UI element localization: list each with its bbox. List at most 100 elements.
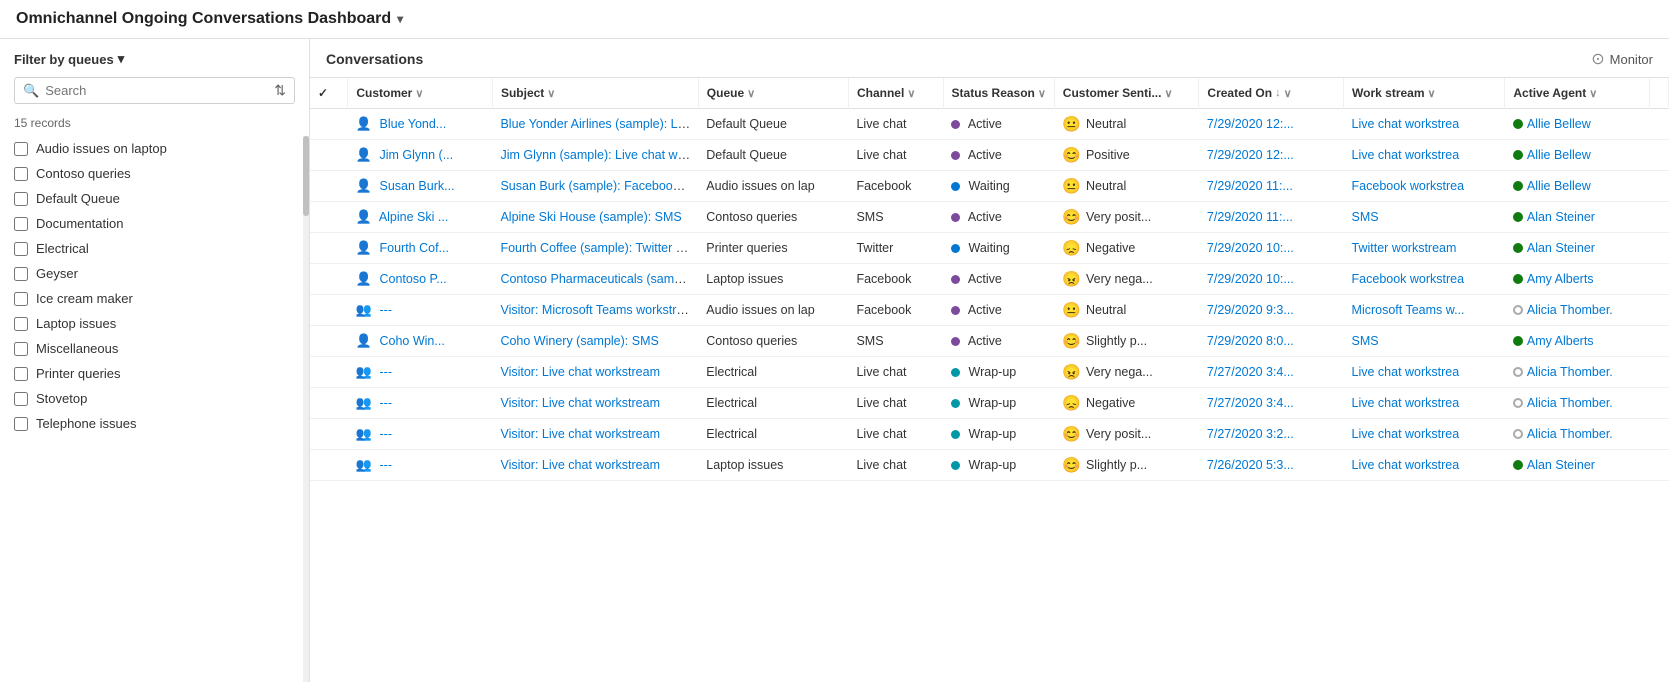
created-date[interactable]: 7/27/2020 3:2... bbox=[1207, 427, 1294, 441]
agent-name[interactable]: Alicia Thomber. bbox=[1527, 365, 1613, 379]
subject-text[interactable]: Visitor: Live chat workstream bbox=[500, 365, 660, 379]
customer-name[interactable]: --- bbox=[380, 396, 393, 410]
subject-text[interactable]: Coho Winery (sample): SMS bbox=[500, 334, 658, 348]
queue-checkbox-stovetop[interactable] bbox=[14, 392, 28, 406]
customer-name[interactable]: Fourth Cof... bbox=[380, 241, 449, 255]
queue-checkbox-default-queue[interactable] bbox=[14, 192, 28, 206]
subject-text[interactable]: Fourth Coffee (sample): Twitter wor bbox=[500, 241, 695, 255]
queue-item-electrical[interactable]: Electrical bbox=[0, 236, 309, 261]
queue-checkbox-miscellaneous[interactable] bbox=[14, 342, 28, 356]
monitor-button[interactable]: ⊙ Monitor bbox=[1591, 49, 1653, 69]
app-title[interactable]: Omnichannel Ongoing Conversations Dashbo… bbox=[16, 10, 403, 28]
queue-item-printer-queries[interactable]: Printer queries bbox=[0, 361, 309, 386]
col-header-customer[interactable]: Customer ∨ bbox=[348, 78, 493, 109]
queue-item-laptop-issues[interactable]: Laptop issues bbox=[0, 311, 309, 336]
queue-checkbox-geyser[interactable] bbox=[14, 267, 28, 281]
created-date[interactable]: 7/29/2020 9:3... bbox=[1207, 303, 1294, 317]
queue-item-audio-issues-on-laptop[interactable]: Audio issues on laptop bbox=[0, 136, 309, 161]
created-date[interactable]: 7/26/2020 5:3... bbox=[1207, 458, 1294, 472]
agent-name[interactable]: Allie Bellew bbox=[1527, 117, 1591, 131]
queue-item-stovetop[interactable]: Stovetop bbox=[0, 386, 309, 411]
created-date[interactable]: 7/29/2020 8:0... bbox=[1207, 334, 1294, 348]
workstream-text[interactable]: Live chat workstrea bbox=[1352, 396, 1460, 410]
subject-text[interactable]: Visitor: Microsoft Teams workstrea bbox=[500, 303, 690, 317]
queue-checkbox-electrical[interactable] bbox=[14, 242, 28, 256]
subject-text[interactable]: Visitor: Live chat workstream bbox=[500, 458, 660, 472]
queue-checkbox-laptop-issues[interactable] bbox=[14, 317, 28, 331]
subject-text[interactable]: Alpine Ski House (sample): SMS bbox=[500, 210, 681, 224]
workstream-text[interactable]: Facebook workstrea bbox=[1352, 179, 1465, 193]
agent-name[interactable]: Alicia Thomber. bbox=[1527, 303, 1613, 317]
created-date[interactable]: 7/29/2020 12:... bbox=[1207, 148, 1294, 162]
subject-text[interactable]: Contoso Pharmaceuticals (sample): bbox=[500, 272, 698, 286]
col-header-workstream[interactable]: Work stream ∨ bbox=[1344, 78, 1505, 109]
agent-name[interactable]: Allie Bellew bbox=[1527, 179, 1591, 193]
customer-name[interactable]: Susan Burk... bbox=[380, 179, 455, 193]
queue-checkbox-documentation[interactable] bbox=[14, 217, 28, 231]
subject-text[interactable]: Jim Glynn (sample): Live chat works bbox=[500, 148, 698, 162]
workstream-text[interactable]: SMS bbox=[1352, 334, 1379, 348]
agent-name[interactable]: Alicia Thomber. bbox=[1527, 396, 1613, 410]
queue-checkbox-audio-issues-on-laptop[interactable] bbox=[14, 142, 28, 156]
workstream-text[interactable]: Twitter workstream bbox=[1352, 241, 1457, 255]
queue-checkbox-telephone-issues[interactable] bbox=[14, 417, 28, 431]
customer-name[interactable]: Alpine Ski ... bbox=[379, 210, 448, 224]
created-date[interactable]: 7/29/2020 10:... bbox=[1207, 272, 1294, 286]
col-header-sentiment[interactable]: Customer Senti... ∨ bbox=[1054, 78, 1199, 109]
agent-name[interactable]: Alan Steiner bbox=[1527, 458, 1595, 472]
customer-name[interactable]: --- bbox=[380, 365, 393, 379]
search-input[interactable] bbox=[45, 83, 274, 98]
workstream-text[interactable]: Live chat workstrea bbox=[1352, 427, 1460, 441]
customer-name[interactable]: Contoso P... bbox=[380, 272, 447, 286]
queue-item-geyser[interactable]: Geyser bbox=[0, 261, 309, 286]
workstream-text[interactable]: Live chat workstrea bbox=[1352, 148, 1460, 162]
queue-item-ice-cream-maker[interactable]: Ice cream maker bbox=[0, 286, 309, 311]
subject-text[interactable]: Visitor: Live chat workstream bbox=[500, 427, 660, 441]
subject-text[interactable]: Visitor: Live chat workstream bbox=[500, 396, 660, 410]
agent-name[interactable]: Amy Alberts bbox=[1527, 272, 1594, 286]
search-box[interactable]: 🔍 ⇅ bbox=[14, 77, 295, 104]
subject-text[interactable]: Blue Yonder Airlines (sample): Live c bbox=[500, 117, 698, 131]
customer-name[interactable]: Blue Yond... bbox=[380, 117, 447, 131]
workstream-text[interactable]: SMS bbox=[1352, 210, 1379, 224]
workstream-text[interactable]: Live chat workstrea bbox=[1352, 365, 1460, 379]
created-date[interactable]: 7/29/2020 11:... bbox=[1207, 210, 1293, 224]
agent-name[interactable]: Alicia Thomber. bbox=[1527, 427, 1613, 441]
subject-text[interactable]: Susan Burk (sample): Facebook wor bbox=[500, 179, 698, 193]
customer-name[interactable]: Coho Win... bbox=[380, 334, 445, 348]
col-header-queue[interactable]: Queue ∨ bbox=[698, 78, 848, 109]
filter-by-queues-header[interactable]: Filter by queues ▾ bbox=[0, 51, 309, 77]
queue-item-miscellaneous[interactable]: Miscellaneous bbox=[0, 336, 309, 361]
agent-name[interactable]: Alan Steiner bbox=[1527, 241, 1595, 255]
queue-item-documentation[interactable]: Documentation bbox=[0, 211, 309, 236]
col-header-channel[interactable]: Channel ∨ bbox=[848, 78, 943, 109]
scrollbar-thumb[interactable] bbox=[303, 136, 309, 216]
queue-item-telephone-issues[interactable]: Telephone issues bbox=[0, 411, 309, 436]
col-header-created[interactable]: Created On ↓ ∨ bbox=[1199, 78, 1344, 109]
created-date[interactable]: 7/27/2020 3:4... bbox=[1207, 365, 1294, 379]
created-date[interactable]: 7/29/2020 10:... bbox=[1207, 241, 1294, 255]
workstream-text[interactable]: Facebook workstrea bbox=[1352, 272, 1465, 286]
queue-checkbox-printer-queries[interactable] bbox=[14, 367, 28, 381]
agent-name[interactable]: Amy Alberts bbox=[1527, 334, 1594, 348]
queue-item-default-queue[interactable]: Default Queue bbox=[0, 186, 309, 211]
agent-name[interactable]: Allie Bellew bbox=[1527, 148, 1591, 162]
queue-checkbox-contoso-queries[interactable] bbox=[14, 167, 28, 181]
customer-name[interactable]: --- bbox=[380, 303, 393, 317]
col-header-subject[interactable]: Subject ∨ bbox=[492, 78, 698, 109]
sort-icon[interactable]: ⇅ bbox=[274, 82, 286, 99]
agent-name[interactable]: Alan Steiner bbox=[1527, 210, 1595, 224]
created-date[interactable]: 7/27/2020 3:4... bbox=[1207, 396, 1294, 410]
created-date[interactable]: 7/29/2020 11:... bbox=[1207, 179, 1293, 193]
col-header-check[interactable]: ✓ bbox=[310, 78, 348, 109]
workstream-text[interactable]: Live chat workstrea bbox=[1352, 117, 1460, 131]
customer-name[interactable]: Jim Glynn (... bbox=[380, 148, 454, 162]
queue-item-contoso-queries[interactable]: Contoso queries bbox=[0, 161, 309, 186]
workstream-text[interactable]: Microsoft Teams w... bbox=[1352, 303, 1465, 317]
col-header-agent[interactable]: Active Agent ∨ bbox=[1505, 78, 1650, 109]
col-header-status[interactable]: Status Reason ∨ bbox=[943, 78, 1054, 109]
created-date[interactable]: 7/29/2020 12:... bbox=[1207, 117, 1294, 131]
queue-checkbox-ice-cream-maker[interactable] bbox=[14, 292, 28, 306]
customer-name[interactable]: --- bbox=[380, 427, 393, 441]
customer-name[interactable]: --- bbox=[380, 458, 393, 472]
